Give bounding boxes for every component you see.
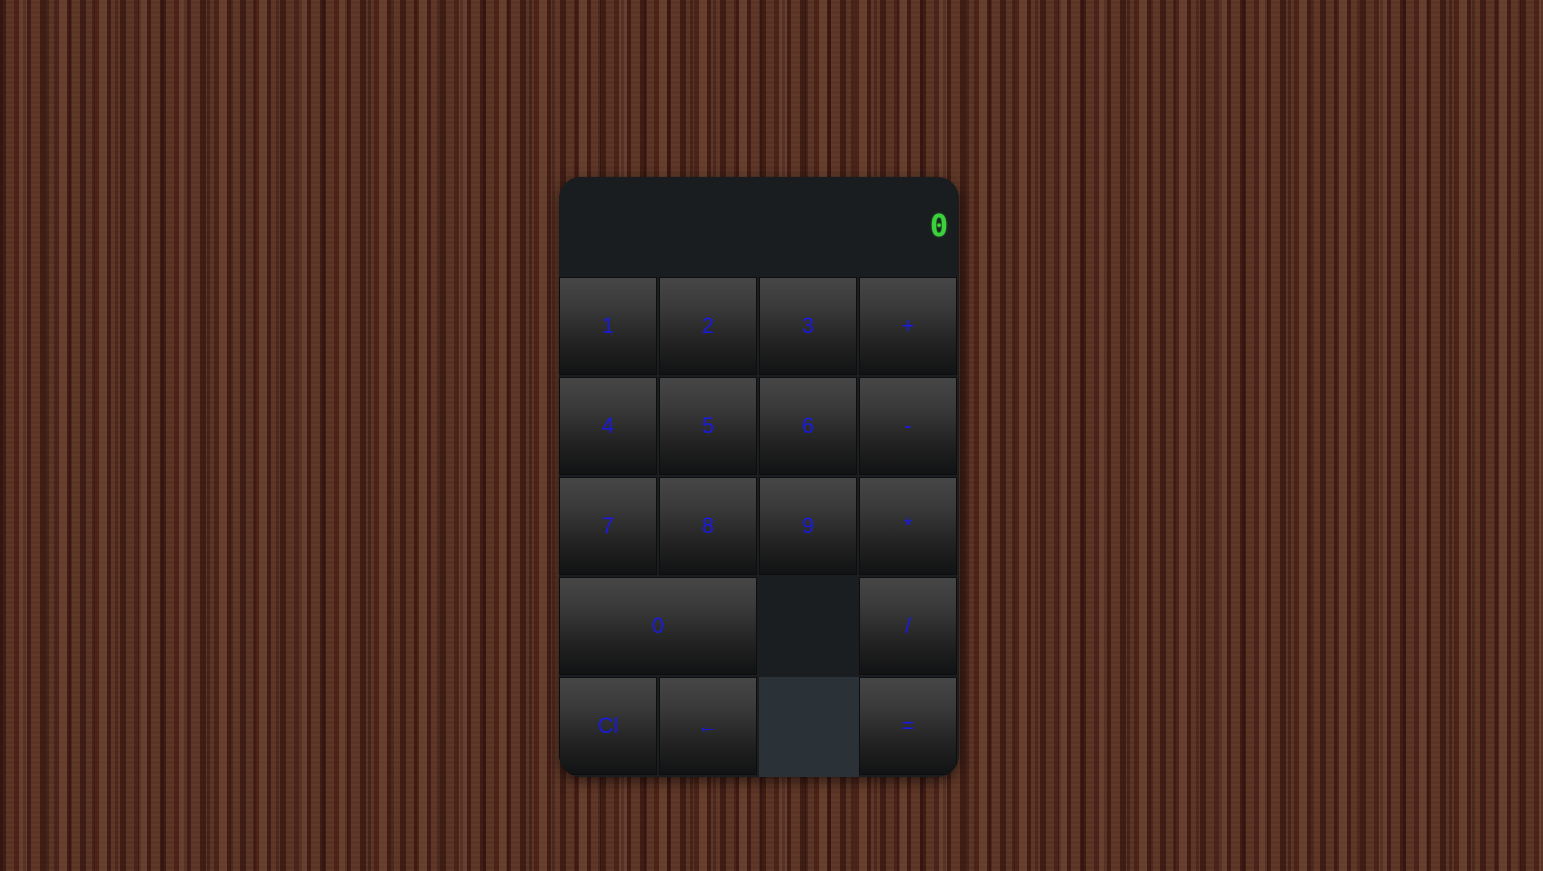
key-3[interactable]: 3 [759, 277, 857, 375]
key-clear[interactable]: Cl [559, 677, 657, 775]
key-plus[interactable]: + [859, 277, 957, 375]
key-minus[interactable]: - [859, 377, 957, 475]
key-5[interactable]: 5 [659, 377, 757, 475]
key-1[interactable]: 1 [559, 277, 657, 375]
key-divide[interactable]: / [859, 577, 957, 675]
key-7[interactable]: 7 [559, 477, 657, 575]
key-4[interactable]: 4 [559, 377, 657, 475]
key-backspace[interactable]: ← [659, 677, 757, 775]
display: 0 [559, 177, 959, 277]
key-8[interactable]: 8 [659, 477, 757, 575]
key-multiply[interactable]: * [859, 477, 957, 575]
key-2[interactable]: 2 [659, 277, 757, 375]
display-value: 0 [929, 209, 949, 244]
key-9[interactable]: 9 [759, 477, 857, 575]
calculator: 0 1 2 3 + 4 5 6 - 7 8 9 * 0 / Cl ← = [559, 177, 959, 777]
key-equals[interactable]: = [859, 677, 957, 775]
key-6[interactable]: 6 [759, 377, 857, 475]
key-0[interactable]: 0 [559, 577, 757, 675]
empty-key-slot [759, 677, 859, 777]
